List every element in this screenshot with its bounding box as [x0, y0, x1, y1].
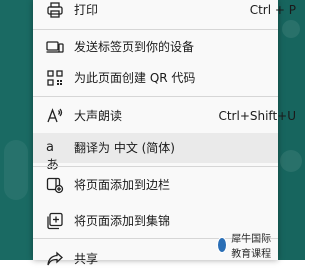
menu-item-shortcut: Ctrl+Shift+U: [218, 109, 296, 123]
menu-item-label: 为此页面创建 QR 代码: [74, 71, 196, 85]
menu-item-print[interactable]: 打印 Ctrl + P: [33, 0, 296, 25]
add-to-sidebar-icon: [46, 176, 64, 194]
translate-icon: aあ: [46, 140, 60, 173]
menu-item-label: 将页面添加到边栏: [74, 178, 171, 192]
menu-item-read-aloud[interactable]: 大声朗读 Ctrl+Shift+U: [33, 101, 296, 131]
read-aloud-icon: [46, 107, 64, 125]
qr-code-icon: [46, 69, 64, 87]
menu-item-send-tab-to-devices[interactable]: 发送标签页到你的设备: [33, 32, 278, 62]
menu-item-shortcut: Ctrl + P: [249, 3, 296, 17]
browser-more-menu: 打印 Ctrl + P 发送标签页到你的设备 为此页面创建 QR 代码 大声朗读…: [33, 0, 296, 266]
printer-icon: [46, 1, 64, 19]
account-logo-icon: [217, 237, 228, 253]
add-to-collections-icon: [46, 212, 64, 230]
watermark-text: 犀牛国际教育课程: [231, 234, 272, 260]
menu-item-label: 共享: [74, 252, 99, 266]
menu-item-label: 翻译为 中文 (简体): [74, 141, 175, 155]
menu-item-label: 将页面添加到集锦: [74, 214, 171, 228]
wechat-watermark: 犀牛国际教育课程: [217, 234, 278, 260]
send-to-devices-icon: [46, 38, 64, 56]
menu-item-label: 大声朗读: [74, 109, 123, 123]
menu-divider: [33, 96, 278, 97]
menu-divider: [33, 166, 278, 167]
page-background-left: [0, 0, 33, 260]
menu-item-create-qr-code[interactable]: 为此页面创建 QR 代码: [33, 63, 278, 93]
menu-item-label: 打印: [74, 3, 99, 17]
menu-divider: [33, 29, 278, 30]
menu-item-translate[interactable]: aあ 翻译为 中文 (简体): [33, 133, 278, 173]
menu-item-add-to-sidebar[interactable]: 将页面添加到边栏: [33, 170, 278, 200]
share-icon: [46, 250, 64, 268]
menu-item-label: 发送标签页到你的设备: [74, 40, 195, 54]
